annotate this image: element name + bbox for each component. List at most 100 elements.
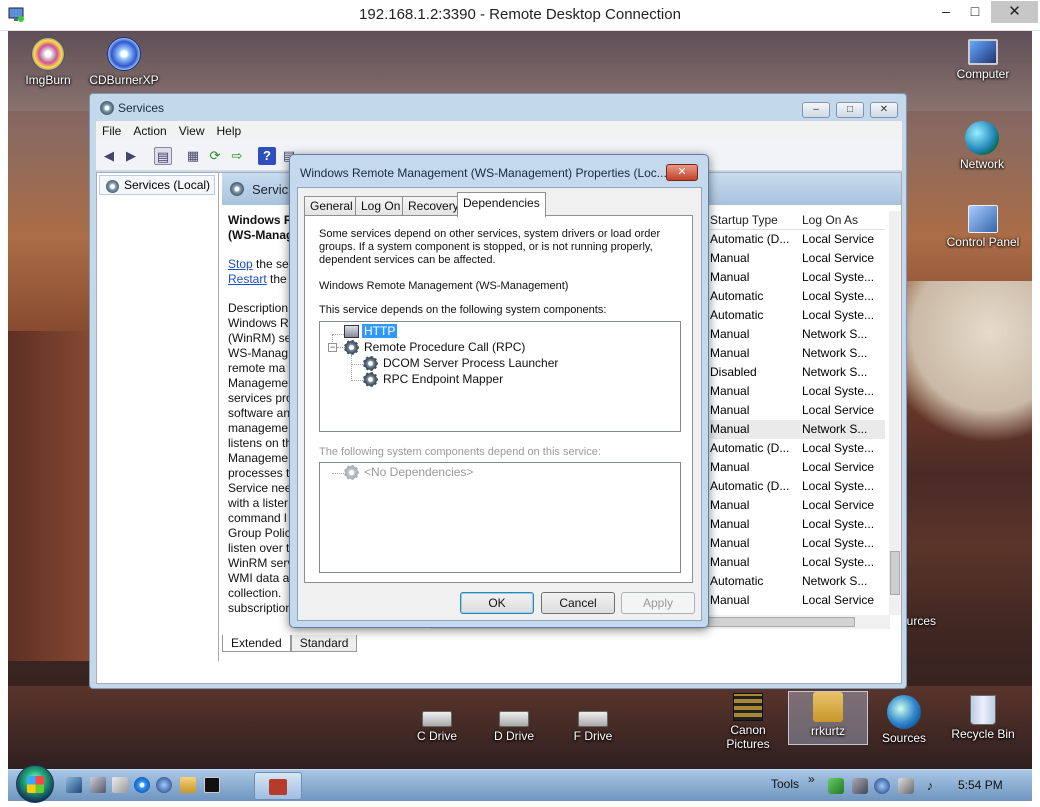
services-vertical-scrollbar[interactable] (889, 211, 901, 615)
scrollbar-thumb[interactable] (890, 551, 900, 595)
rdp-title-bar[interactable]: 192.168.1.2:3390 - Remote Desktop Connec… (0, 0, 1040, 31)
desktop-icon-control-panel[interactable]: Control Panel (943, 205, 1023, 249)
service-row[interactable]: Manual Local Service (710, 249, 885, 268)
desktop-icon-recycle-bin[interactable]: Recycle Bin (943, 695, 1023, 741)
refresh-icon[interactable]: ⟳ (206, 147, 224, 165)
desktop-icon-sources[interactable]: Sources (864, 695, 944, 745)
tab-standard[interactable]: Standard (290, 635, 358, 652)
log-on-as-cell: Local Syste... (802, 517, 875, 531)
services-list[interactable]: Startup Type Log On As Automatic (D... Lo… (710, 208, 885, 610)
rdp-maximize-button[interactable]: □ (960, 0, 990, 22)
rdp-close-button[interactable]: ✕ (991, 1, 1038, 23)
depends-on-label: This service depends on the following sy… (319, 304, 607, 316)
column-startup-type[interactable]: Startup Type (710, 213, 778, 227)
cancel-button[interactable]: Cancel (541, 592, 615, 614)
settings-tray-icon[interactable] (852, 778, 868, 794)
service-row[interactable]: Manual Network S... (710, 344, 885, 363)
tools-toolbar-label[interactable]: Tools (771, 777, 799, 791)
services-minimize-button[interactable]: – (802, 102, 830, 118)
desktop-icon-cdburnerxp[interactable]: CDBurnerXP (84, 37, 164, 87)
services-close-button[interactable]: ✕ (870, 102, 898, 118)
menu-help[interactable]: Help (211, 121, 248, 141)
tab-extended[interactable]: Extended (222, 635, 291, 652)
service-row[interactable]: Manual Network S... (710, 325, 885, 344)
tab-dependencies[interactable]: Dependencies (457, 192, 546, 217)
services-title-bar[interactable]: Services – □ ✕ (90, 94, 906, 120)
desktop-icon-canon-pictures[interactable]: Canon Pictures (708, 693, 788, 751)
service-row[interactable]: Automatic Local Syste... (710, 287, 885, 306)
menu-action[interactable]: Action (127, 121, 172, 141)
help-icon[interactable]: ? (258, 147, 276, 165)
menu-file[interactable]: File (96, 121, 127, 141)
network-tray-icon[interactable] (874, 778, 890, 794)
tools-chevron[interactable]: » (808, 772, 815, 786)
service-row[interactable]: Disabled Network S... (710, 363, 885, 382)
services-window-title: Services (118, 101, 165, 115)
restart-service-link[interactable]: Restart (228, 272, 267, 286)
desktop-icon-c-drive[interactable]: C Drive (397, 699, 477, 743)
service-row[interactable]: Manual Local Service (710, 401, 885, 420)
stop-service-link[interactable]: Stop (228, 257, 253, 271)
service-row[interactable]: Manual Local Syste... (710, 268, 885, 287)
tree-item-dcom[interactable]: DCOM Server Process Launcher (383, 356, 558, 370)
desktop-icon-imgburn[interactable]: ImgBurn (8, 37, 88, 87)
apply-button[interactable]: Apply (621, 592, 695, 614)
collapse-icon[interactable]: − (328, 343, 337, 352)
service-row[interactable]: Manual Local Service (710, 591, 885, 610)
service-row[interactable]: Automatic (D... Local Service (710, 230, 885, 249)
startup-type-cell: Manual (710, 593, 750, 607)
tab-recovery[interactable]: Recovery (402, 196, 465, 216)
desktop-icon-label: D Drive (493, 729, 534, 743)
desktop-icon-d-drive[interactable]: D Drive (474, 699, 554, 743)
computer-icon (344, 325, 359, 338)
desktop-icon-rrkurtz[interactable]: rrkurtz (788, 691, 868, 745)
services-maximize-button[interactable]: □ (836, 102, 864, 118)
dependents-tree[interactable]: <No Dependencies> (319, 462, 681, 573)
start-button[interactable] (16, 765, 54, 803)
tab-log-on[interactable]: Log On (355, 196, 407, 216)
tree-item-rpc-endpoint-mapper[interactable]: RPC Endpoint Mapper (383, 372, 503, 386)
dialog-close-button[interactable]: ✕ (666, 164, 698, 181)
column-log-on-as[interactable]: Log On As (802, 213, 858, 227)
folder-icon[interactable] (180, 777, 196, 793)
desktop-icon-network[interactable]: Network (942, 121, 1022, 171)
forward-arrow-icon[interactable]: ▶ (122, 147, 140, 165)
console-tree-icon[interactable]: ▤ (154, 147, 172, 165)
internet-explorer-icon[interactable] (134, 777, 150, 793)
service-row[interactable]: Automatic (D... Local Syste... (710, 439, 885, 458)
rdp-minimize-button[interactable]: – (931, 0, 961, 22)
menu-view[interactable]: View (173, 121, 211, 141)
network-icon[interactable] (156, 777, 172, 793)
show-desktop-icon[interactable] (66, 777, 82, 793)
taskbar-clock[interactable]: 5:54 PM (958, 778, 1003, 792)
service-row[interactable]: Automatic Network S... (710, 572, 885, 591)
service-row[interactable]: Manual Local Syste... (710, 553, 885, 572)
service-row[interactable]: Manual Local Syste... (710, 515, 885, 534)
green-shield-icon[interactable] (828, 778, 844, 794)
service-row[interactable]: Automatic Local Syste... (710, 306, 885, 325)
ok-button[interactable]: OK (460, 592, 534, 614)
export-list-icon[interactable]: ⇨ (228, 147, 246, 165)
properties-icon[interactable]: ▦ (184, 147, 202, 165)
volume-icon[interactable]: ♪ (922, 778, 938, 794)
notepad-icon[interactable] (112, 777, 128, 793)
back-arrow-icon[interactable]: ◀ (100, 147, 118, 165)
service-row[interactable]: Manual Local Syste... (710, 382, 885, 401)
service-row[interactable]: Automatic (D... Local Syste... (710, 477, 885, 496)
service-row[interactable]: Manual Network S... (710, 420, 885, 439)
command-prompt-icon[interactable] (204, 777, 220, 793)
service-row[interactable]: Manual Local Syste... (710, 534, 885, 553)
tree-item-rpc[interactable]: Remote Procedure Call (RPC) (364, 340, 525, 354)
properties-dialog[interactable]: Windows Remote Management (WS-Management… (289, 154, 709, 628)
tab-general[interactable]: General (304, 196, 359, 216)
tree-item-http[interactable]: HTTP (362, 324, 398, 338)
desktop-icon-f-drive[interactable]: F Drive (553, 699, 633, 743)
service-row[interactable]: Manual Local Service (710, 458, 885, 477)
desktop-icon-computer[interactable]: Computer (943, 39, 1023, 81)
display-tray-icon[interactable] (898, 778, 914, 794)
computer-icon[interactable] (90, 777, 106, 793)
taskbar-button-toolbox[interactable] (254, 772, 302, 800)
service-row[interactable]: Manual Local Service (710, 496, 885, 515)
depends-on-tree[interactable]: HTTP − Remote Procedure Call (RPC) DCOM … (319, 321, 681, 432)
tree-node-services-local[interactable]: Services (Local) (99, 175, 216, 195)
